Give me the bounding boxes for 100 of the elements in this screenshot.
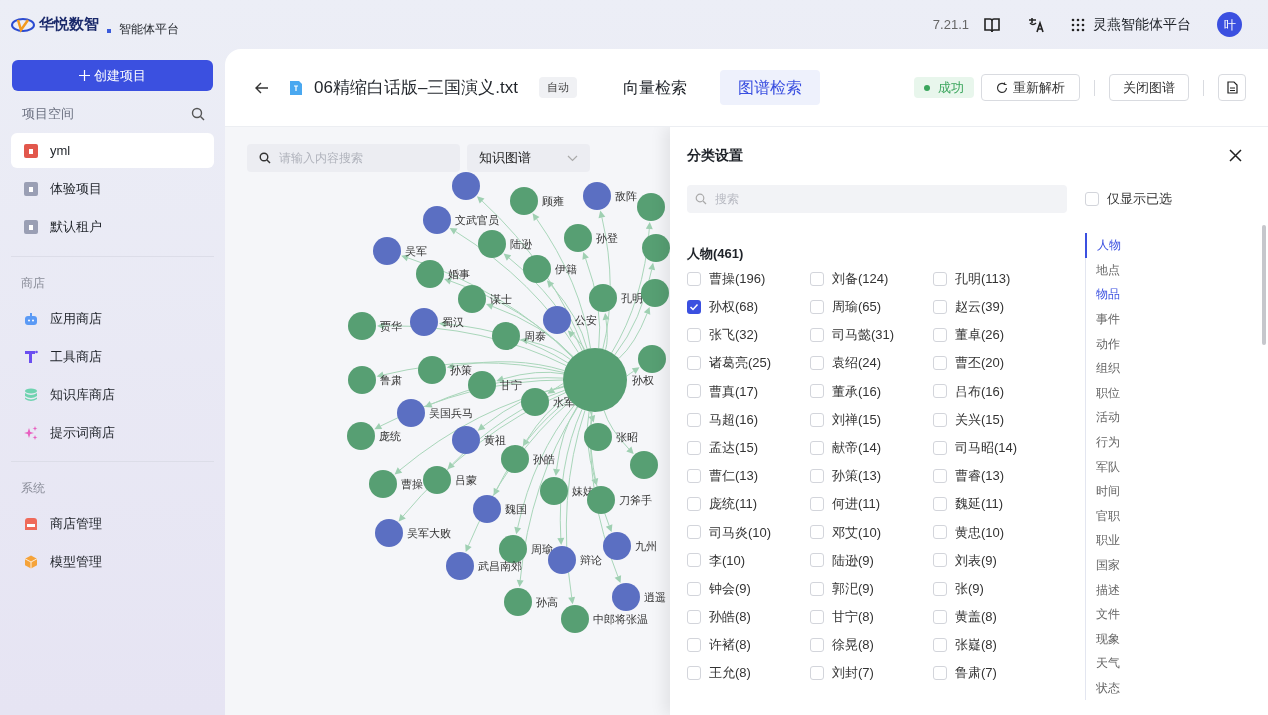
checkbox-label[interactable]: 董卓(26) (955, 325, 1005, 345)
nav-item[interactable]: 知识库商店 (11, 377, 214, 412)
checkbox-label[interactable]: 魏延(11) (955, 494, 1004, 514)
graph-node[interactable] (423, 206, 451, 234)
checkbox[interactable] (810, 581, 824, 596)
graph-node[interactable] (492, 322, 520, 350)
checkbox-label[interactable]: 鲁肃(7) (955, 663, 997, 683)
checkbox-label[interactable]: 曹真(17) (709, 381, 759, 402)
checkbox[interactable] (687, 412, 701, 427)
checkbox-label[interactable]: 司马炎(10) (709, 522, 772, 543)
category-nav-item[interactable]: 天气 (1086, 651, 1245, 676)
checkbox-label[interactable]: 马超(16) (709, 409, 759, 430)
checkbox-label[interactable]: 邓艾(10) (832, 522, 882, 543)
graph-node[interactable] (501, 445, 529, 473)
checkbox[interactable] (687, 356, 701, 371)
category-nav-item[interactable]: 时间 (1086, 478, 1245, 504)
checkbox[interactable] (933, 609, 947, 624)
graph-node[interactable] (410, 308, 438, 336)
checkbox-label[interactable]: 关兴(15) (955, 409, 1005, 430)
checkbox-label[interactable]: 钟会(9) (709, 578, 751, 599)
graph-node[interactable] (603, 532, 631, 560)
checkbox-label[interactable]: 孙策(13) (832, 466, 882, 486)
checkbox[interactable] (810, 356, 824, 371)
graph-node[interactable] (510, 187, 538, 215)
category-nav-item[interactable]: 行为 (1086, 429, 1245, 455)
create-project-button[interactable]: 创建项目 (12, 60, 213, 91)
graph-node[interactable] (375, 519, 403, 547)
checkbox-label[interactable]: 袁绍(24) (832, 353, 882, 373)
checkbox-label[interactable]: 刘封(7) (832, 663, 874, 683)
checkbox-label[interactable]: 庞统(11) (709, 494, 758, 514)
checkbox[interactable] (933, 666, 947, 681)
graph-node[interactable] (521, 388, 549, 416)
graph-node[interactable] (348, 366, 376, 394)
graph-node[interactable] (638, 345, 666, 373)
document-icon-button[interactable] (1218, 74, 1246, 101)
graph-node[interactable] (637, 193, 665, 221)
view-select[interactable]: 知识图谱 (467, 144, 590, 172)
graph-node[interactable] (397, 399, 425, 427)
translate-icon[interactable] (1027, 15, 1045, 34)
close-icon[interactable] (1229, 148, 1242, 162)
apps-grid-icon[interactable] (1071, 17, 1085, 32)
category-nav-item[interactable]: 人物 (1085, 233, 1245, 258)
checkbox[interactable] (687, 440, 701, 455)
category-nav-item[interactable]: 组织 (1086, 355, 1245, 381)
checkbox[interactable] (810, 384, 824, 399)
checkbox[interactable] (933, 412, 947, 427)
category-nav-item[interactable]: 现象 (1086, 626, 1245, 652)
category-nav-item[interactable]: 职位 (1086, 380, 1245, 406)
graph-node[interactable] (418, 356, 446, 384)
category-nav-item[interactable]: 事件 (1086, 306, 1245, 332)
checkbox-label[interactable]: 曹操(196) (709, 268, 766, 289)
graph-node[interactable] (478, 230, 506, 258)
category-nav-item[interactable]: 状态 (1086, 675, 1245, 701)
checkbox[interactable] (687, 666, 701, 681)
checkbox[interactable] (810, 609, 824, 624)
category-nav-item[interactable]: 国家 (1086, 552, 1245, 578)
checkbox-label[interactable]: 何进(11) (832, 494, 881, 514)
checkbox[interactable] (933, 440, 947, 455)
category-nav-item[interactable]: 官职 (1086, 503, 1245, 529)
book-icon[interactable] (983, 15, 1001, 34)
graph-node[interactable] (504, 588, 532, 616)
graph-node[interactable] (423, 466, 451, 494)
checkbox[interactable] (810, 638, 824, 653)
graph-node[interactable] (642, 234, 670, 262)
graph-node[interactable] (523, 255, 551, 283)
checkbox-label[interactable]: 曹睿(13) (955, 466, 1005, 486)
user-avatar[interactable]: 叶 (1217, 12, 1242, 37)
checkbox[interactable] (810, 497, 824, 512)
nav-item[interactable]: 工具商店 (11, 339, 214, 374)
checkbox-label[interactable]: 黄忠(10) (955, 522, 1005, 543)
category-nav-item[interactable]: 文件 (1086, 601, 1245, 627)
category-nav-item[interactable]: 物品 (1086, 282, 1245, 307)
graph-node[interactable] (458, 285, 486, 313)
checkbox[interactable] (933, 271, 947, 286)
tab[interactable]: 向量检索 (605, 70, 706, 105)
checkbox[interactable] (687, 525, 701, 540)
project-item[interactable]: 默认租户 (11, 209, 214, 244)
checkbox[interactable] (1085, 192, 1099, 206)
checkbox-label[interactable]: 刘禅(15) (832, 409, 882, 430)
back-arrow-icon[interactable] (255, 81, 269, 94)
graph-node[interactable] (452, 172, 480, 200)
graph-node[interactable] (564, 224, 592, 252)
checkbox-label[interactable]: 周瑜(65) (832, 297, 882, 317)
nav-item[interactable]: 商店管理 (11, 506, 214, 541)
checkbox-label[interactable]: 张(9) (955, 578, 984, 599)
checkbox-label[interactable]: 吕布(16) (955, 381, 1005, 402)
checkbox-label[interactable]: 甘宁(8) (832, 607, 874, 627)
checkbox-label[interactable]: 李(10) (709, 550, 746, 571)
graph-node[interactable] (473, 495, 501, 523)
checkbox-label[interactable]: 郭汜(9) (832, 578, 874, 599)
checkbox-label[interactable]: 赵云(39) (955, 297, 1005, 317)
checkbox-label[interactable]: 张飞(32) (709, 325, 759, 345)
close-graph-button[interactable]: 关闭图谱 (1109, 74, 1189, 101)
tab[interactable]: 图谱检索 (720, 70, 821, 105)
graph-node[interactable] (561, 605, 589, 633)
nav-item[interactable]: 提示词商店 (11, 415, 214, 450)
checkbox[interactable] (687, 553, 701, 568)
graph-node[interactable] (347, 422, 375, 450)
checkbox-label[interactable]: 孟达(15) (709, 437, 759, 458)
nav-item[interactable]: 模型管理 (11, 544, 214, 579)
